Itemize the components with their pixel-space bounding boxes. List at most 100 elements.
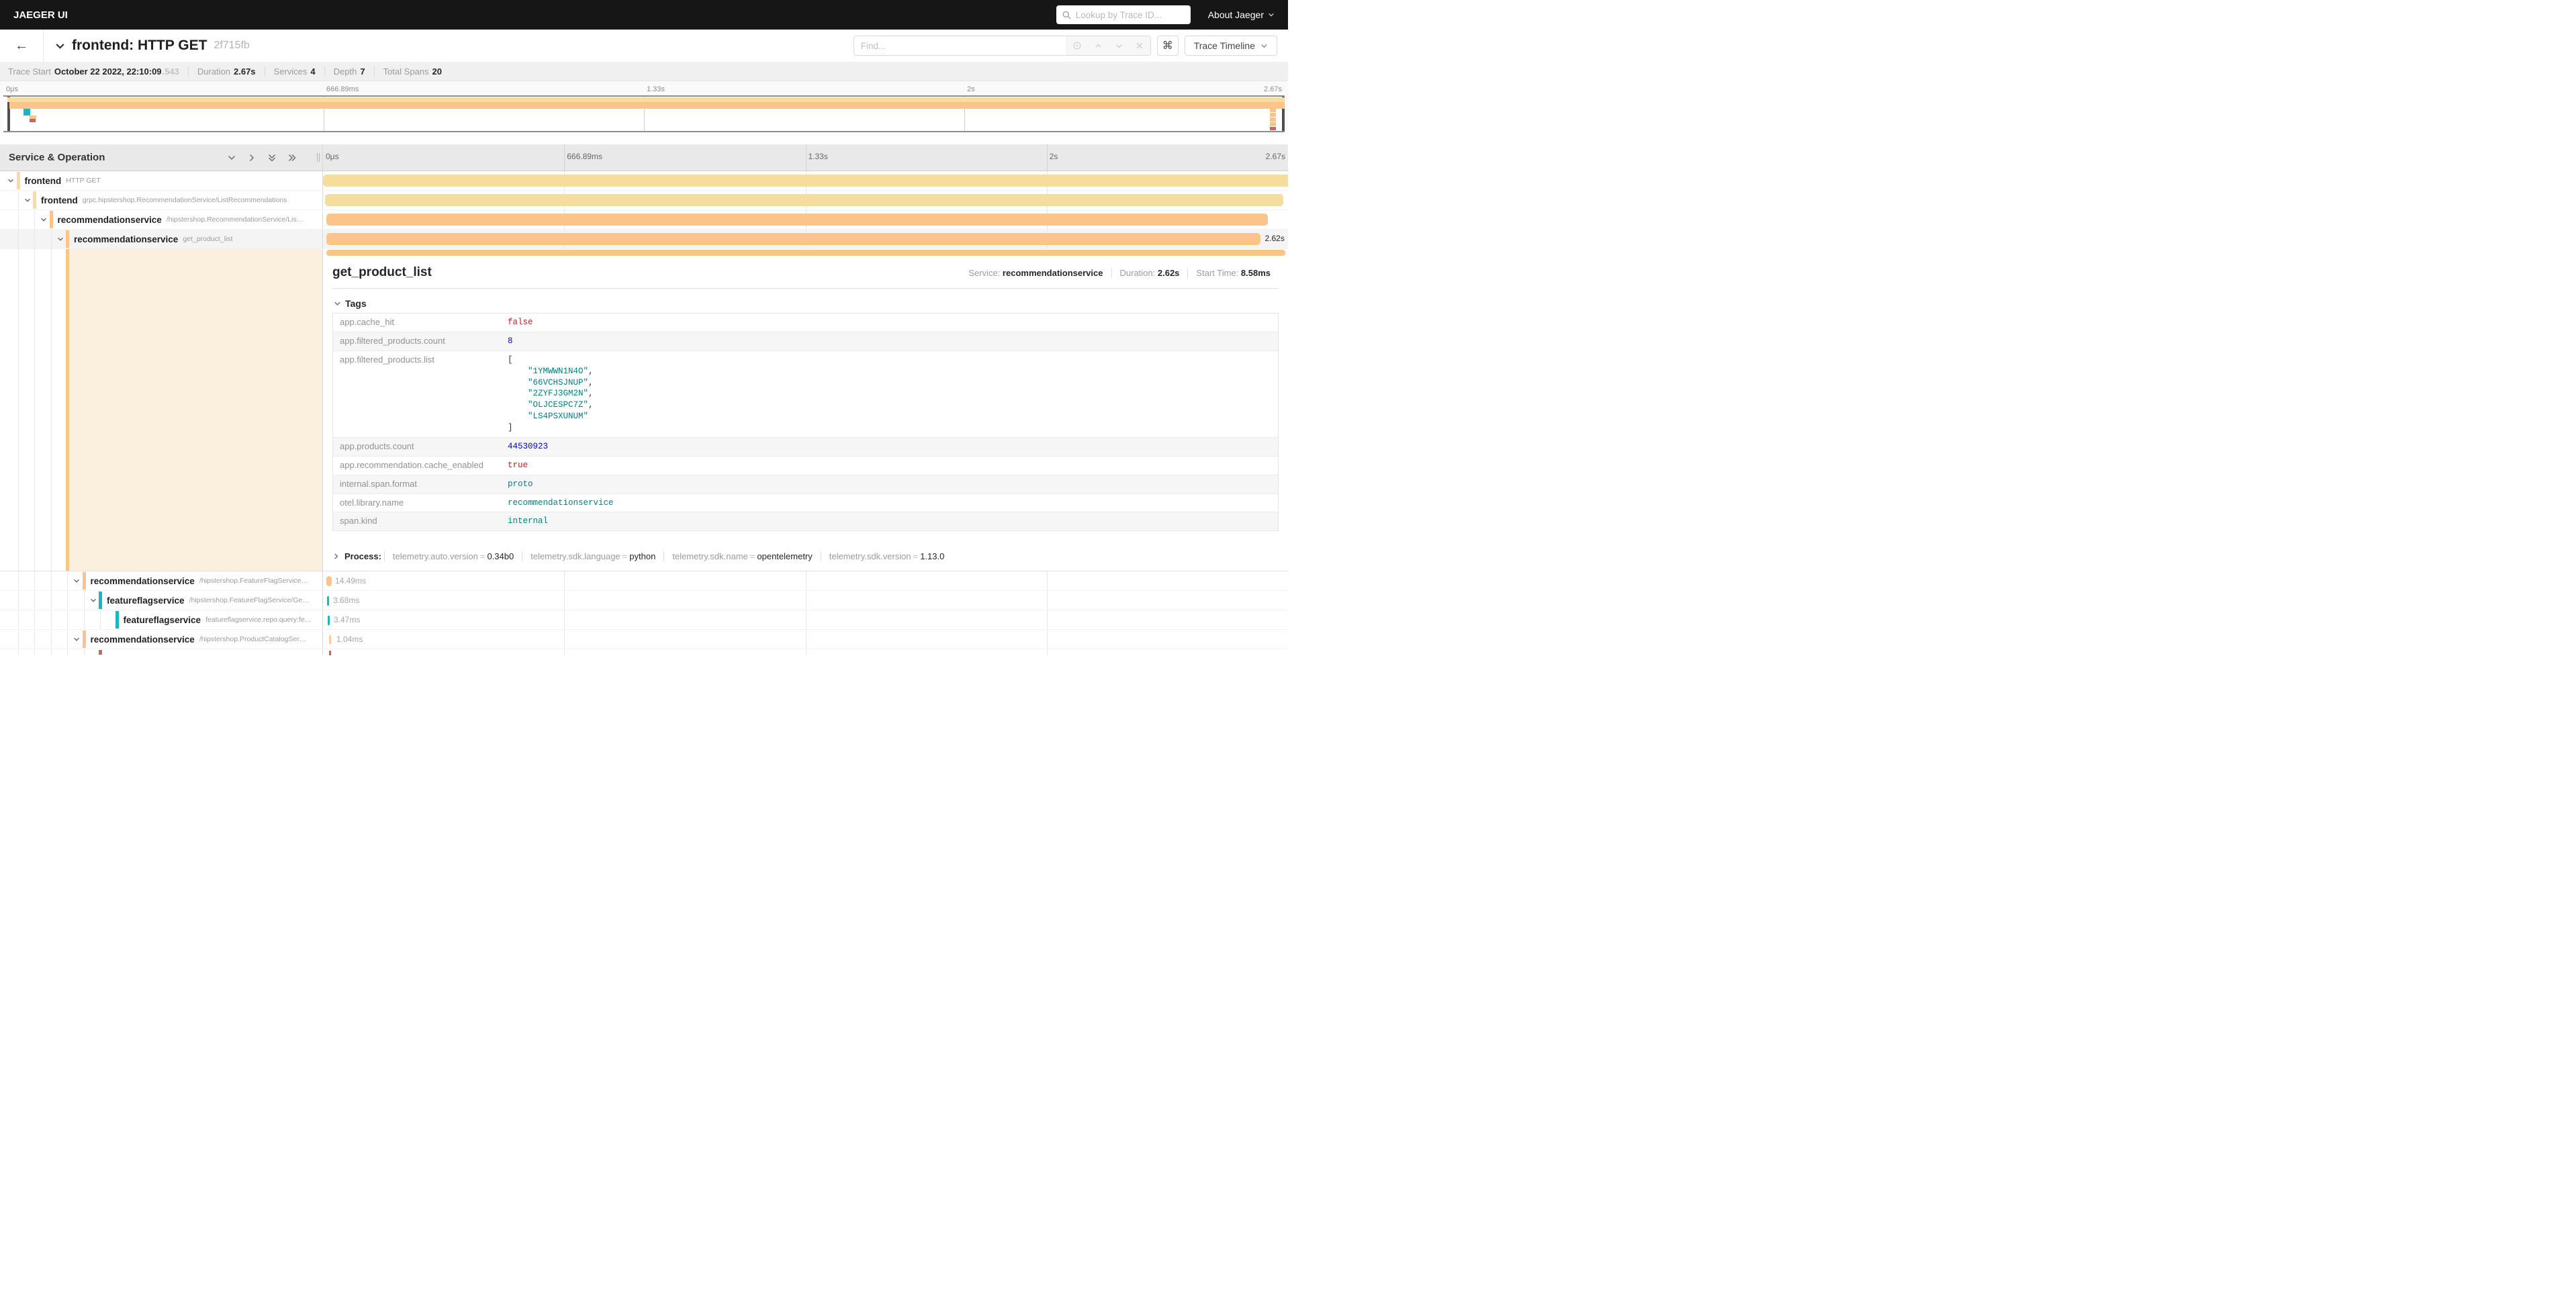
indent-guide (67, 571, 68, 590)
trace-id-lookup-input[interactable]: Lookup by Trace ID... (1056, 5, 1191, 24)
service-color-accent (33, 191, 36, 209)
timeline-gridline (806, 571, 807, 590)
span-bar[interactable] (323, 175, 1288, 187)
process-tag: telemetry.auto.version=0.34b0 (384, 551, 522, 561)
tag-row[interactable]: app.filtered_products.count 8 (333, 332, 1278, 351)
span-bar[interactable] (326, 214, 1269, 226)
collapse-all-icon[interactable] (267, 153, 277, 162)
span-tree-cell[interactable]: recommendationservice /hipstershop.Recom… (0, 210, 323, 229)
span-row[interactable]: featureflagservice featureflagservice.re… (0, 610, 1288, 630)
span-toggle-chevron-icon[interactable] (73, 635, 81, 643)
span-service-name: recommendationservice (58, 215, 162, 225)
span-timeline-cell[interactable]: 3.68ms (323, 591, 1288, 610)
timeline-tick-label: 666.89ms (326, 85, 359, 93)
span-timeline-cell[interactable]: 2.62s (323, 230, 1288, 248)
indent-guide (18, 591, 19, 610)
back-button[interactable]: ← (0, 30, 44, 62)
span-toggle-chevron-icon[interactable] (89, 596, 97, 604)
service-color-accent (83, 630, 86, 648)
span-tree-cell[interactable]: frontend grpc.hipstershop.Recommendation… (0, 191, 323, 209)
clear-find-icon[interactable] (1130, 36, 1150, 55)
span-timeline-cell[interactable]: 14.49ms (323, 571, 1288, 590)
find-input[interactable]: Find... (854, 36, 1066, 55)
span-row[interactable]: recommendationservice get_product_list 2… (0, 230, 1288, 249)
expand-all-icon[interactable] (287, 153, 297, 162)
tag-row[interactable]: otel.library.name recommendationservice (333, 494, 1278, 512)
span-bar[interactable] (329, 651, 331, 655)
span-bar[interactable] (326, 233, 1260, 245)
keyboard-shortcuts-button[interactable]: ⌘ (1157, 36, 1179, 56)
prev-match-icon[interactable] (1088, 36, 1109, 55)
tag-row[interactable]: app.recommendation.cache_enabled true (333, 456, 1278, 475)
span-toggle-chevron-icon[interactable] (40, 216, 48, 224)
tag-row[interactable]: app.filtered_products.list ["1YMWWN1N4O"… (333, 351, 1278, 437)
command-icon: ⌘ (1162, 39, 1173, 52)
chevron-down-icon (1260, 42, 1268, 50)
span-bar[interactable] (325, 194, 1283, 206)
span-duration-label: 3.68ms (333, 596, 359, 605)
tag-row[interactable]: internal.span.format proto (333, 475, 1278, 494)
span-row[interactable]: recommendationservice /hipstershop.Produ… (0, 630, 1288, 649)
span-bar[interactable] (327, 596, 329, 606)
top-nav: JAEGER UI Lookup by Trace ID... About Ja… (0, 0, 1288, 30)
indent-guide (34, 630, 35, 649)
span-row[interactable]: frontend HTTP GET (0, 171, 1288, 191)
span-row[interactable]: featureflagservice /hipstershop.FeatureF… (0, 591, 1288, 610)
jaeger-trace-page: JAEGER UI Lookup by Trace ID... About Ja… (0, 0, 1288, 654)
span-detail-panel: get_product_list Service: recommendation… (323, 249, 1288, 571)
indent-guide (34, 591, 35, 610)
collapse-trace-chevron-icon[interactable] (55, 41, 65, 51)
expand-one-icon[interactable] (247, 153, 257, 162)
tags-section-toggle[interactable]: Tags (334, 298, 1279, 309)
span-timeline-cell[interactable] (323, 649, 1288, 655)
timeline-gridline (806, 144, 807, 171)
indent-guide (18, 249, 19, 571)
meta-label: Total Spans (383, 66, 429, 77)
span-tree-cell[interactable]: recommendationservice /hipstershop.Produ… (0, 630, 323, 649)
span-tree-cell[interactable]: recommendationservice /hipstershop.Featu… (0, 571, 323, 590)
span-tree-cell[interactable]: recommendationservice get_product_list (0, 230, 323, 248)
trace-meta-item: Duration 2.67s (188, 66, 265, 77)
meta-label: Trace Start (8, 66, 51, 77)
span-tree-cell[interactable]: frontend HTTP GET (0, 171, 323, 190)
trace-view-selector[interactable]: Trace Timeline (1185, 36, 1277, 56)
span-timeline-cell[interactable]: 3.47ms (323, 610, 1288, 629)
span-timeline-cell[interactable] (323, 171, 1288, 190)
focus-match-icon[interactable] (1067, 36, 1088, 55)
span-tree-cell[interactable] (0, 649, 323, 655)
minimap-canvas[interactable] (3, 95, 1285, 132)
span-tree-cell[interactable]: featureflagservice /hipstershop.FeatureF… (0, 591, 323, 610)
span-bar[interactable] (329, 635, 331, 644)
tag-row[interactable]: app.cache_hit false (333, 314, 1278, 332)
collapse-one-icon[interactable] (227, 153, 236, 162)
span-tree-cell[interactable]: featureflagservice featureflagservice.re… (0, 610, 323, 629)
span-timeline-cell[interactable]: 1.04ms (323, 630, 1288, 649)
indent-guide (34, 230, 35, 248)
span-toggle-chevron-icon[interactable] (73, 577, 81, 585)
tag-row[interactable]: app.products.count 44530923 (333, 437, 1278, 456)
span-row[interactable]: recommendationservice /hipstershop.Recom… (0, 210, 1288, 230)
span-toggle-chevron-icon[interactable] (24, 196, 32, 204)
indent-guide (34, 649, 35, 655)
about-jaeger-label: About Jaeger (1208, 9, 1264, 20)
minimap-span-bar (1270, 113, 1276, 117)
span-row[interactable]: frontend grpc.hipstershop.Recommendation… (0, 191, 1288, 210)
span-row[interactable] (0, 649, 1288, 655)
span-row[interactable]: recommendationservice /hipstershop.Featu… (0, 571, 1288, 591)
span-operation-name: grpc.hipstershop.RecommendationService/L… (83, 196, 287, 204)
span-detail-body: get_product_list Service: recommendation… (323, 249, 1288, 571)
next-match-icon[interactable] (1109, 36, 1130, 55)
tag-row[interactable]: span.kind internal (333, 512, 1278, 530)
process-section-toggle[interactable]: Process: telemetry.auto.version=0.34b0 t… (332, 551, 1279, 561)
span-toggle-chevron-icon[interactable] (7, 177, 15, 185)
span-bar[interactable] (326, 576, 332, 586)
column-resize-handle[interactable] (317, 153, 320, 162)
chevron-down-icon (1268, 11, 1275, 18)
span-bar[interactable] (328, 616, 330, 625)
span-timeline-cell[interactable] (323, 191, 1288, 209)
about-jaeger-menu[interactable]: About Jaeger (1208, 9, 1275, 20)
span-timeline-cell[interactable] (323, 210, 1288, 229)
span-toggle-chevron-icon[interactable] (56, 235, 64, 243)
trace-title-block: frontend: HTTP GET 2f715fb (44, 30, 854, 62)
nav-brand[interactable]: JAEGER UI (13, 9, 68, 21)
